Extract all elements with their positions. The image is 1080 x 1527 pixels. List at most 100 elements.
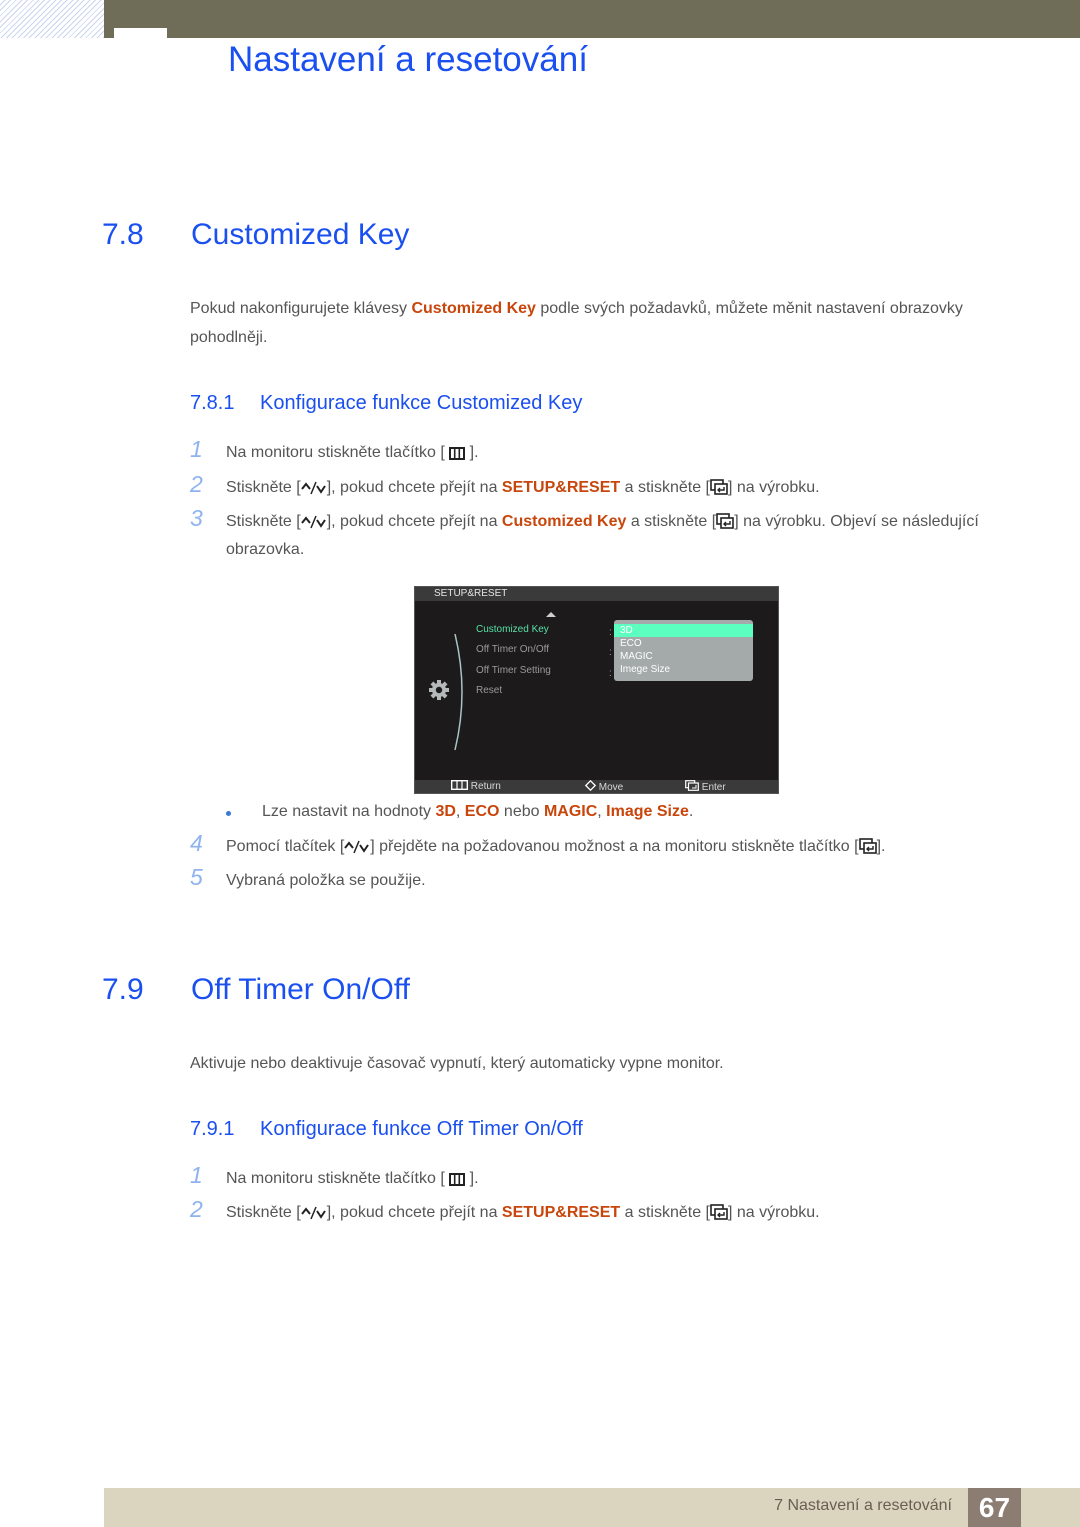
up-down-icon [300, 481, 326, 495]
osd-menu-item-off-timer-setting[interactable]: Off Timer Setting [476, 665, 551, 676]
step-highlight: SETUP&RESET [501, 479, 621, 496]
section-7-9-intro: Aktivuje nebo deaktivuje časovač vypnutí… [190, 1055, 724, 1072]
osd-footer-move-label: Move [598, 782, 624, 793]
section-7-8-intro: Pokud nakonfigurujete klávesy Customized… [190, 294, 980, 352]
osd-option-label: ECO [620, 638, 642, 649]
step-number: 3 [190, 505, 203, 531]
section-number: 7.9 [102, 973, 144, 1006]
step-text: a stiskněte [ [626, 513, 717, 530]
note-sep: nebo [499, 803, 544, 820]
chapter-title: Nastavení a resetování [228, 40, 588, 79]
note-sep: , [597, 803, 607, 820]
step-number: 5 [190, 864, 203, 890]
up-down-icon [344, 840, 370, 854]
osd-footer-move: Move [585, 780, 623, 794]
section-number: 7.8 [102, 218, 144, 251]
step-text-end: ] na výrobku. [728, 479, 820, 496]
step-number: 1 [190, 436, 203, 462]
osd-option-magic[interactable]: MAGIC [614, 650, 753, 663]
osd-arc-decoration [454, 633, 463, 751]
step-text: Na monitoru stiskněte tlačítko [ [226, 1170, 450, 1187]
up-down-icon [300, 515, 326, 529]
bullet-dot [226, 811, 231, 816]
osd-footer-enter: Enter [685, 780, 726, 794]
osd-screenshot: SETUP&RESET Customized Key Off Timer On/… [414, 586, 779, 794]
osd-colon: : [609, 647, 612, 658]
subsection-number: 7.9.1 [190, 1118, 235, 1140]
step-number: 4 [190, 830, 203, 856]
step-text: ] přejděte na požadovanou možnost a na m… [370, 838, 859, 855]
section-title: Off Timer On/Off [191, 973, 410, 1006]
step-highlight: Customized Key [501, 513, 627, 530]
step-text: Na monitoru stiskněte tlačítko [ [226, 444, 450, 461]
osd-dropdown: 3D ECO MAGIC Imege Size [614, 620, 753, 681]
step-text: Pomocí tlačítek [ [226, 838, 345, 855]
subsection-title: Konfigurace funkce Off Timer On/Off [260, 1118, 583, 1140]
header-bar [104, 0, 1080, 38]
osd-colon: : [609, 627, 612, 638]
step-text-end: ]. [876, 838, 886, 855]
step-text-end: ] na výrobku. [728, 1204, 820, 1221]
menu-icon [451, 780, 468, 790]
osd-option-label: MAGIC [620, 651, 653, 662]
osd-menu-item-off-timer-onoff[interactable]: Off Timer On/Off [476, 644, 549, 655]
osd-option-3d[interactable]: 3D [614, 624, 753, 637]
osd-header: SETUP&RESET [415, 587, 778, 601]
page-footer: 7 Nastavení a resetování [104, 1488, 1080, 1527]
note-sep: , [455, 803, 465, 820]
note-value-3d: 3D [435, 803, 456, 820]
enter-icon [685, 780, 699, 791]
step-number: 2 [190, 1196, 203, 1222]
move-diamond-icon [585, 780, 596, 791]
note-text-end: . [688, 803, 694, 820]
step-text: ], pokud chcete přejít na [326, 513, 502, 530]
step-text: a stiskněte [ [620, 1204, 710, 1221]
header-hatch-decoration [0, 0, 104, 38]
osd-option-eco[interactable]: ECO [614, 637, 753, 650]
section-title: Customized Key [191, 218, 410, 251]
osd-up-arrow-icon [546, 612, 556, 617]
step-highlight: SETUP&RESET [501, 1204, 621, 1221]
enter-icon [710, 1204, 728, 1220]
osd-menu-item-customized-key[interactable]: Customized Key [476, 624, 549, 635]
note-value-eco: ECO [464, 803, 500, 820]
up-down-icon [300, 1206, 326, 1220]
step-number: 1 [190, 1162, 203, 1188]
step-text: Stiskněte [ [226, 479, 301, 496]
menu-icon [449, 447, 466, 460]
osd-menu-item-reset[interactable]: Reset [476, 685, 502, 696]
step-text: ], pokud chcete přejít na [326, 479, 502, 496]
enter-icon [858, 838, 877, 854]
footer-chapter-title: 7 Nastavení a resetování [774, 1497, 952, 1514]
enter-icon [710, 479, 728, 495]
intro-text: Pokud nakonfigurujete klávesy [190, 300, 412, 317]
osd-colon: : [609, 668, 612, 679]
osd-header-title: SETUP&RESET [434, 588, 508, 599]
step-text: Stiskněte [ [226, 1204, 301, 1221]
menu-icon [449, 1173, 466, 1186]
subsection-title: Konfigurace funkce Customized Key [260, 392, 583, 414]
osd-footer: Return Move Enter [415, 780, 778, 793]
page-number: 67 [968, 1488, 1021, 1527]
osd-option-label: 3D [620, 625, 633, 636]
osd-option-image-size[interactable]: Imege Size [614, 663, 753, 676]
step-text: Stiskněte [ [226, 513, 301, 530]
osd-option-label: Imege Size [620, 664, 671, 675]
note-text: Lze nastavit na hodnoty [262, 803, 436, 820]
note-value-magic: MAGIC [543, 803, 598, 820]
step-text: ], pokud chcete přejít na [326, 1204, 502, 1221]
header-tab-decoration [114, 28, 167, 38]
osd-footer-return: Return [451, 780, 501, 793]
osd-footer-return-label: Return [470, 781, 501, 792]
gear-icon [429, 680, 449, 700]
note-value-image-size: Image Size [606, 803, 689, 820]
step-number: 2 [190, 471, 203, 497]
intro-highlight: Customized Key [411, 300, 536, 317]
step-text-end: ]. [465, 444, 479, 461]
step-text: Vybraná položka se použije. [226, 872, 426, 889]
osd-footer-enter-label: Enter [701, 782, 726, 793]
step-text: a stiskněte [ [620, 479, 710, 496]
enter-icon [716, 513, 735, 529]
step-text-end: ]. [465, 1170, 479, 1187]
subsection-number: 7.8.1 [190, 392, 235, 414]
